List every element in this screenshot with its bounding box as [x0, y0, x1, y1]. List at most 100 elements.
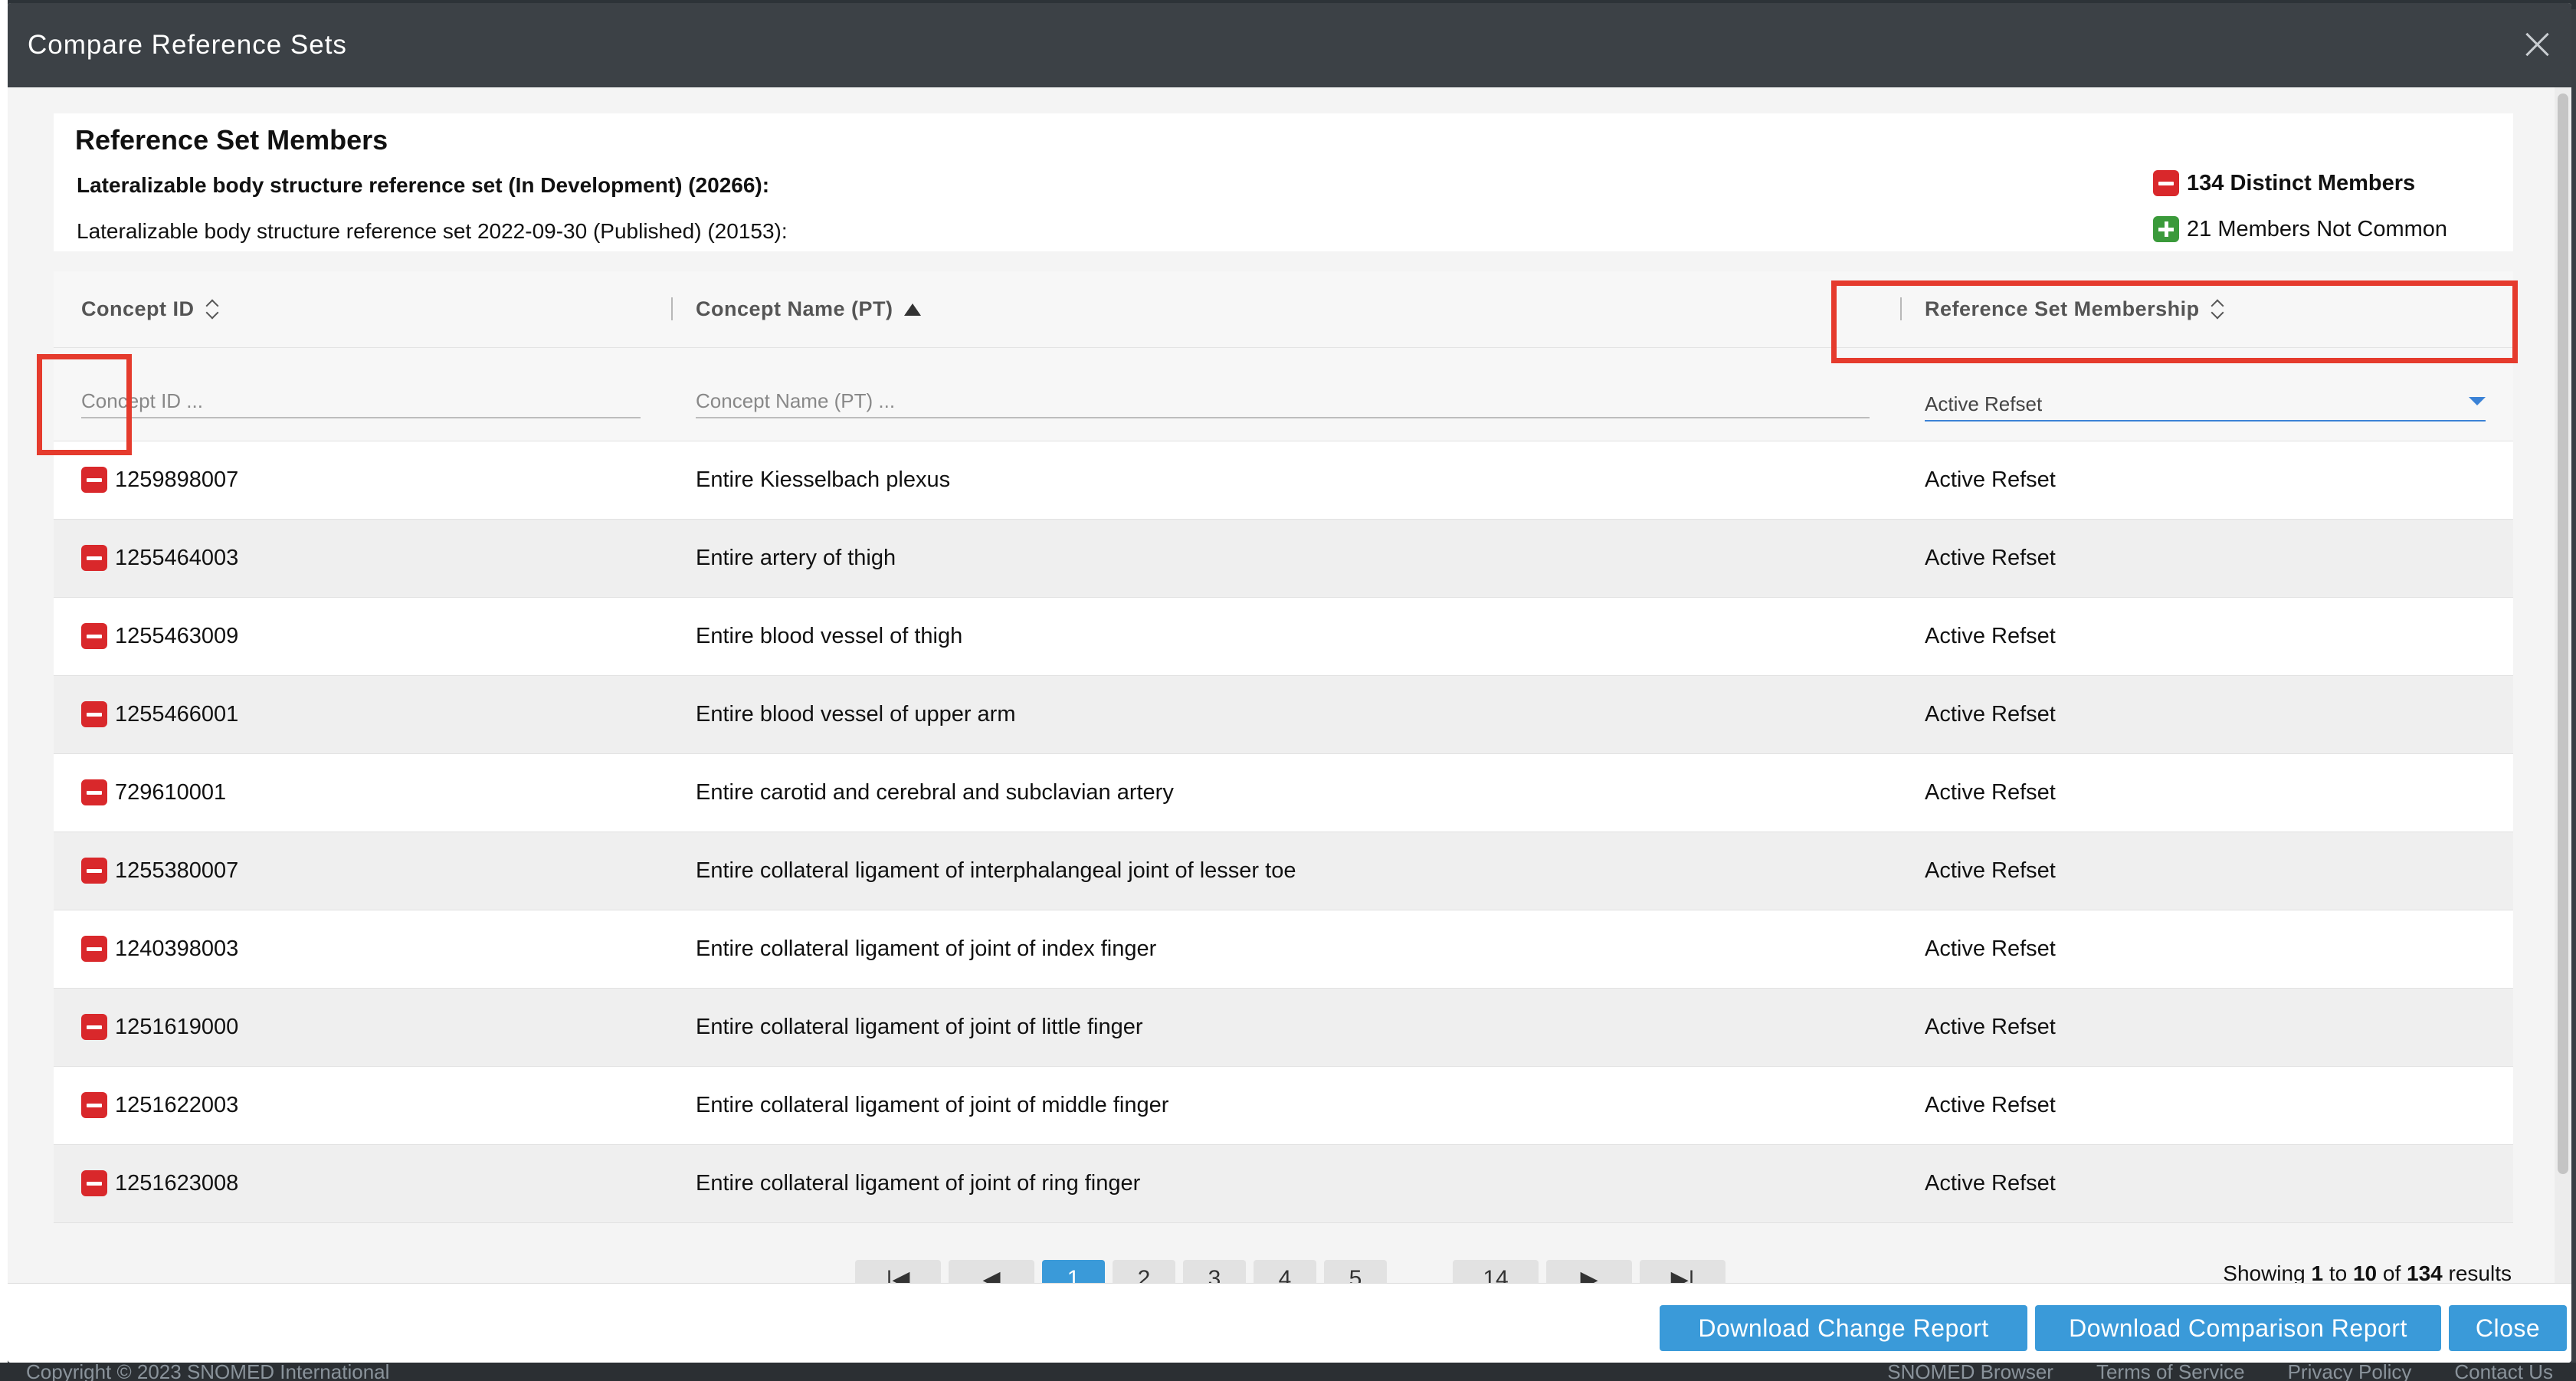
minus-icon — [2153, 170, 2179, 196]
scrollbar[interactable] — [2555, 87, 2571, 1283]
concept-id-cell: 1255380007 — [115, 858, 239, 883]
members-summary-card: Reference Set Members Lateralizable body… — [54, 113, 2513, 251]
membership-cell: Active Refset — [1925, 1171, 2056, 1196]
download-comparison-report-button[interactable]: Download Comparison Report — [2035, 1305, 2441, 1351]
scrollbar-thumb[interactable] — [2558, 93, 2568, 1174]
membership-cell: Active Refset — [1925, 1093, 2056, 1117]
concept-id-cell: 1251619000 — [115, 1015, 239, 1039]
membership-cell: Active Refset — [1925, 1015, 2056, 1039]
concept-name-cell: Entire collateral ligament of interphala… — [696, 858, 1296, 883]
modal-body: Reference Set Members Lateralizable body… — [8, 87, 2571, 1294]
column-label: Concept Name (PT) — [696, 297, 893, 320]
table-row[interactable]: 1251622003 Entire collateral ligament of… — [54, 1067, 2513, 1145]
annotation-highlight-membership-filter — [1831, 280, 2518, 363]
concept-id-cell: 729610001 — [115, 780, 227, 805]
concept-name-cell: Entire artery of thigh — [696, 546, 896, 570]
footer-links: SNOMED Browser Terms of Service Privacy … — [1887, 1362, 2553, 1381]
minus-icon — [81, 858, 107, 884]
members-table: Concept ID Concept Name (PT) Reference S… — [54, 271, 2513, 1223]
summary-heading: Reference Set Members — [75, 124, 388, 156]
concept-name-cell: Entire Kiesselbach plexus — [696, 467, 951, 492]
sort-ascending-icon[interactable] — [903, 303, 921, 316]
column-label: Concept ID — [81, 297, 195, 320]
annotation-highlight-removed-badge — [37, 354, 132, 455]
results-to: 10 — [2352, 1261, 2378, 1285]
results-to-word: to — [2329, 1261, 2348, 1285]
concept-id-cell: 1255463009 — [115, 624, 239, 648]
results-suffix: results — [2448, 1261, 2512, 1285]
minus-icon — [81, 1014, 107, 1040]
minus-icon — [81, 779, 107, 805]
minus-icon — [81, 1092, 107, 1118]
minus-icon — [81, 936, 107, 962]
sort-icon[interactable] — [205, 299, 219, 320]
concept-id-cell: 1251623008 — [115, 1171, 239, 1196]
membership-cell: Active Refset — [1925, 858, 2056, 883]
caret-down-icon[interactable] — [2469, 397, 2486, 405]
not-common-label: 21 Members Not Common — [2187, 216, 2448, 241]
minus-icon — [81, 623, 107, 649]
concept-name-cell: Entire blood vessel of thigh — [696, 624, 963, 648]
table-row[interactable]: 1251619000 Entire collateral ligament of… — [54, 989, 2513, 1067]
column-header-concept-id[interactable]: Concept ID — [81, 297, 219, 321]
minus-icon — [81, 467, 107, 493]
background-page-edge — [0, 0, 8, 1381]
close-icon[interactable] — [2519, 26, 2556, 63]
minus-icon — [81, 545, 107, 571]
results-of-word: of — [2382, 1261, 2401, 1285]
concept-id-cell: 1255464003 — [115, 546, 239, 570]
table-row[interactable]: 1255464003 Entire artery of thigh Active… — [54, 520, 2513, 598]
modal-title: Compare Reference Sets — [28, 30, 347, 60]
concept-name-cell: Entire carotid and cerebral and subclavi… — [696, 780, 1174, 805]
membership-cell: Active Refset — [1925, 780, 2056, 805]
membership-filter-value: Active Refset — [1925, 392, 2043, 415]
concept-id-cell: 1255466001 — [115, 702, 239, 727]
concept-id-cell: 1259898007 — [115, 467, 239, 492]
column-divider[interactable] — [671, 297, 673, 320]
results-from: 1 — [2311, 1261, 2324, 1285]
plus-icon — [2153, 216, 2179, 242]
refset-in-development: Lateralizable body structure reference s… — [77, 173, 770, 197]
close-button[interactable]: Close — [2449, 1305, 2567, 1351]
table-row[interactable]: 1255466001 Entire blood vessel of upper … — [54, 676, 2513, 754]
concept-id-cell: 1251622003 — [115, 1093, 239, 1117]
background-footer: Copyright © 2023 SNOMED International SN… — [0, 1360, 2576, 1381]
concept-name-cell: Entire collateral ligament of joint of r… — [696, 1171, 1141, 1196]
refset-published: Lateralizable body structure reference s… — [77, 219, 788, 243]
membership-cell: Active Refset — [1925, 937, 2056, 961]
minus-icon — [81, 701, 107, 727]
concept-name-cell: Entire collateral ligament of joint of i… — [696, 937, 1157, 961]
table-row[interactable]: 1251623008 Entire collateral ligament of… — [54, 1145, 2513, 1223]
membership-cell: Active Refset — [1925, 467, 2056, 492]
modal-footer: Download Change Report Download Comparis… — [8, 1283, 2571, 1363]
membership-filter-select[interactable]: Active Refset — [1925, 389, 2486, 422]
membership-cell: Active Refset — [1925, 624, 2056, 648]
modal-header: Compare Reference Sets — [8, 3, 2571, 87]
not-common-legend: 21 Members Not Common — [2153, 216, 2447, 242]
concept-id-cell: 1240398003 — [115, 937, 239, 961]
minus-icon — [81, 1170, 107, 1196]
concept-name-cell: Entire collateral ligament of joint of m… — [696, 1093, 1169, 1117]
table-row[interactable]: 1255463009 Entire blood vessel of thigh … — [54, 598, 2513, 676]
table-row[interactable]: 729610001 Entire carotid and cerebral an… — [54, 754, 2513, 832]
membership-cell: Active Refset — [1925, 546, 2056, 570]
concept-id-filter-input[interactable] — [81, 385, 641, 418]
download-change-report-button[interactable]: Download Change Report — [1660, 1305, 2027, 1351]
concept-name-cell: Entire collateral ligament of joint of l… — [696, 1015, 1143, 1039]
table-row[interactable]: 1259898007 Entire Kiesselbach plexus Act… — [54, 441, 2513, 520]
membership-cell: Active Refset — [1925, 702, 2056, 727]
results-total: 134 — [2407, 1261, 2443, 1285]
footer-link-browser[interactable]: SNOMED Browser — [1887, 1362, 2053, 1381]
footer-link-privacy[interactable]: Privacy Policy — [2288, 1362, 2412, 1381]
distinct-members-legend: 134 Distinct Members — [2153, 170, 2415, 196]
column-header-concept-name[interactable]: Concept Name (PT) — [696, 297, 921, 321]
table-row[interactable]: 1240398003 Entire collateral ligament of… — [54, 910, 2513, 989]
footer-link-terms[interactable]: Terms of Service — [2096, 1362, 2245, 1381]
concept-name-filter-input[interactable] — [696, 385, 1870, 418]
copyright-text: Copyright © 2023 SNOMED International — [26, 1360, 390, 1381]
compare-reference-sets-modal: Compare Reference Sets Reference Set Mem… — [8, 3, 2571, 1363]
table-row[interactable]: 1255380007 Entire collateral ligament of… — [54, 832, 2513, 910]
concept-name-cell: Entire blood vessel of upper arm — [696, 702, 1016, 727]
distinct-members-label: 134 Distinct Members — [2187, 170, 2416, 195]
footer-link-contact[interactable]: Contact Us — [2454, 1362, 2553, 1381]
